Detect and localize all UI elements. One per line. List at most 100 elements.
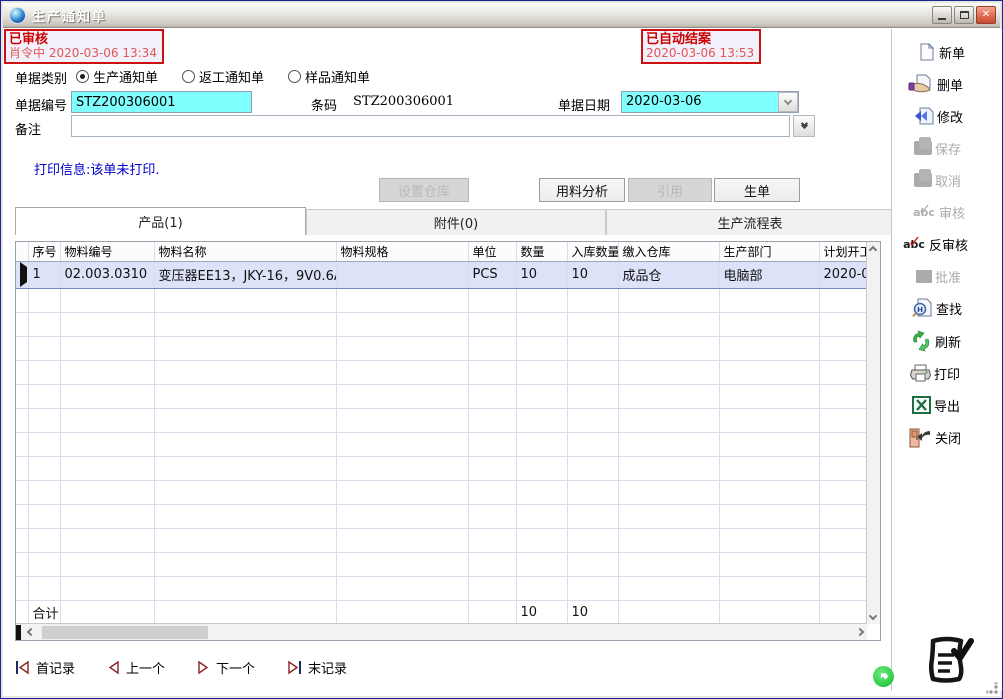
tab-attachments[interactable]: 附件(0) <box>306 209 606 235</box>
generate-order-button[interactable]: 生单 <box>714 178 800 202</box>
cell-department: 电脑部 <box>719 261 819 288</box>
radio-selected-icon <box>76 70 89 83</box>
print-info-text: 打印信息:该单未打印. <box>34 159 160 178</box>
radio-sample-notice[interactable]: 样品通知单 <box>288 67 370 86</box>
edit-doc-icon <box>914 107 934 125</box>
radio-label: 生产通知单 <box>93 67 158 86</box>
horizontal-scrollbar[interactable] <box>16 623 867 640</box>
doc-date-dropdown-button[interactable] <box>778 92 798 112</box>
scroll-up-icon[interactable] <box>869 246 877 254</box>
tab-products[interactable]: 产品(1) <box>15 207 306 235</box>
export-button[interactable]: 导出 <box>912 394 960 416</box>
totals-label: 合计 <box>28 600 60 624</box>
minimize-icon <box>938 18 946 20</box>
col-seq[interactable]: 序号 <box>28 242 60 261</box>
grid-empty-body <box>16 288 867 600</box>
first-record-button[interactable]: 首记录 <box>15 658 75 677</box>
cell-unit: PCS <box>468 261 516 288</box>
cancel-icon <box>914 173 932 187</box>
approve-icon <box>916 270 932 283</box>
scrollbar-thumb[interactable] <box>42 626 208 639</box>
edit-doc-button[interactable]: 修改 <box>914 105 963 127</box>
refresh-button[interactable]: 刷新 <box>910 330 961 352</box>
cell-material-name: 变压器EE13，JKY-16，9V0.6A <box>154 261 336 288</box>
product-grid: 序号 物料编号 物料名称 物料规格 单位 数量 入库数量 缴入仓库 生产部门 计… <box>15 241 881 641</box>
col-in-stock-qty[interactable]: 入库数量 <box>567 242 618 261</box>
delete-doc-icon <box>908 74 934 94</box>
new-doc-button[interactable]: 新单 <box>918 41 965 63</box>
cell-in-stock-qty: 10 <box>567 261 618 288</box>
next-record-button[interactable]: 下一个 <box>197 658 255 677</box>
col-material-spec[interactable]: 物料规格 <box>336 242 468 261</box>
empty-grid-row <box>16 480 867 504</box>
totals-in-stock-qty: 10 <box>567 600 618 624</box>
remark-expand-button[interactable] <box>793 115 815 137</box>
empty-grid-row <box>16 504 867 528</box>
empty-grid-row <box>16 336 867 360</box>
table-header-row: 序号 物料编号 物料名称 物料规格 单位 数量 入库数量 缴入仓库 生产部门 计… <box>16 242 867 261</box>
minimize-button[interactable] <box>932 6 952 24</box>
export-excel-icon <box>912 396 931 414</box>
scroll-right-icon[interactable] <box>856 628 864 636</box>
close-button[interactable]: ✕ <box>976 6 996 24</box>
delete-doc-button[interactable]: 删单 <box>908 73 963 95</box>
app-window: 生产通知单 ✕ 已审核 肖令中 2020-03-06 13:34 已自动结案 2… <box>0 0 1003 699</box>
reference-button: 引用 <box>628 178 712 202</box>
radio-unselected-icon <box>182 70 195 83</box>
scroll-left-icon[interactable] <box>27 628 35 636</box>
col-plan-start[interactable]: 计划开工日期 <box>819 242 867 261</box>
splitter-mark[interactable] <box>16 625 21 640</box>
doc-date-combo[interactable]: 2020-03-06 <box>621 91 799 113</box>
col-material-name[interactable]: 物料名称 <box>154 242 336 261</box>
maximize-button[interactable] <box>954 6 974 24</box>
prev-record-button[interactable]: 上一个 <box>107 658 165 677</box>
table-row-selected[interactable]: 1 02.003.0310 变压器EE13，JKY-16，9V0.6A PCS … <box>16 261 867 288</box>
close-window-button[interactable]: 关闭 <box>908 426 961 448</box>
last-record-icon <box>287 660 302 675</box>
nav-label: 上一个 <box>126 658 165 677</box>
prev-record-icon <box>107 660 120 675</box>
audit-stamp-detail: 肖令中 2020-03-06 13:34 <box>9 47 157 60</box>
radio-rework-notice[interactable]: 返工通知单 <box>182 67 264 86</box>
next-record-icon <box>197 660 210 675</box>
cell-qty: 10 <box>516 261 567 288</box>
product-table: 序号 物料编号 物料名称 物料规格 单位 数量 入库数量 缴入仓库 生产部门 计… <box>16 242 868 625</box>
audit-stamp: 已审核 肖令中 2020-03-06 13:34 <box>4 29 164 64</box>
barcode-value: STZ200306001 <box>353 94 454 109</box>
find-button[interactable]: H 查找 <box>912 297 962 319</box>
col-warehouse[interactable]: 缴入仓库 <box>618 242 719 261</box>
empty-grid-row <box>16 360 867 384</box>
material-analysis-button[interactable]: 用料分析 <box>539 178 625 202</box>
last-record-button[interactable]: 末记录 <box>287 658 347 677</box>
col-department[interactable]: 生产部门 <box>719 242 819 261</box>
col-unit[interactable]: 单位 <box>468 242 516 261</box>
totals-qty: 10 <box>516 600 567 624</box>
scroll-down-icon[interactable] <box>869 612 877 620</box>
print-icon <box>910 364 931 383</box>
unaudit-icon: abc✓ <box>902 238 926 251</box>
maximize-icon <box>960 11 969 19</box>
vertical-scrollbar[interactable] <box>866 242 880 624</box>
new-doc-icon <box>918 43 936 61</box>
radio-production-notice[interactable]: 生产通知单 <box>76 67 158 86</box>
toolbar-sidebar: 新单 删单 修改 保存 取消 abc✓ 审核 abc✓ 反审核 批准 <box>891 29 1003 691</box>
audit-stamp-title: 已审核 <box>9 32 157 47</box>
resize-grip[interactable] <box>986 682 998 694</box>
save-icon <box>914 141 932 155</box>
remark-input[interactable] <box>71 115 790 137</box>
record-nav: 首记录 上一个 下一个 末记录 <box>15 658 347 677</box>
auto-close-stamp-title: 已自动结案 <box>646 32 754 47</box>
doc-no-input[interactable] <box>71 91 252 113</box>
empty-grid-row <box>16 408 867 432</box>
col-material-code[interactable]: 物料编号 <box>60 242 154 261</box>
cell-material-code: 02.003.0310 <box>60 261 154 288</box>
status-green-icon <box>873 666 894 687</box>
window-title: 生产通知单 <box>32 6 930 25</box>
col-qty[interactable]: 数量 <box>516 242 567 261</box>
unaudit-button[interactable]: abc✓ 反审核 <box>902 233 968 255</box>
tab-production-flow[interactable]: 生产流程表 <box>606 209 894 235</box>
approve-button: 批准 <box>916 265 961 287</box>
doc-type-label: 单据类别 <box>15 68 67 87</box>
print-button[interactable]: 打印 <box>910 362 960 384</box>
doc-no-label: 单据编号 <box>15 95 67 114</box>
